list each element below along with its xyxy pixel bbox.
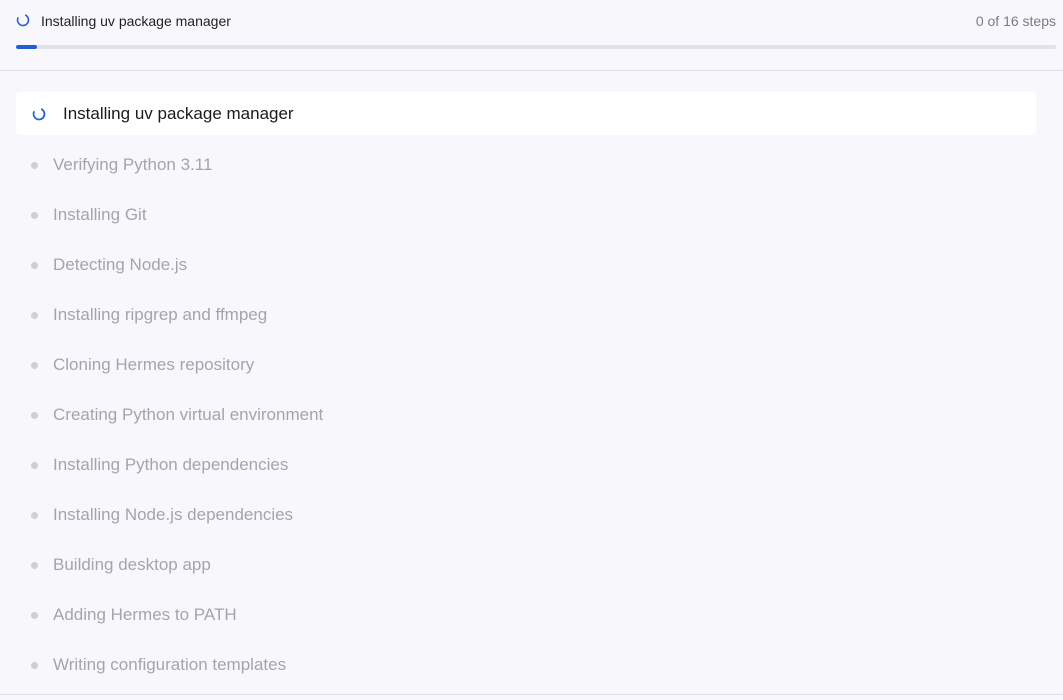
step-label: Cloning Hermes repository	[53, 355, 255, 374]
step-item-current: Installing uv package manager	[16, 92, 1036, 135]
install-header: Installing uv package manager 0 of 16 st…	[0, 0, 1063, 71]
spinner-icon	[16, 13, 30, 27]
spinner-icon	[32, 107, 46, 121]
step-item: Verifying Python 3.11	[16, 142, 1036, 192]
step-item: Cloning Hermes repository	[16, 342, 1036, 392]
step-label: Installing uv package manager	[63, 104, 294, 123]
step-label: Building desktop app	[53, 555, 211, 574]
pending-dot-icon	[31, 462, 38, 469]
step-label: Verifying Python 3.11	[53, 155, 213, 174]
step-item: Installing Node.js dependencies	[16, 492, 1036, 542]
step-item: Adding Hermes to PATH	[16, 592, 1036, 642]
header-title: Installing uv package manager	[41, 13, 231, 29]
step-label: Installing Git	[53, 205, 147, 224]
step-label: Installing Node.js dependencies	[53, 505, 294, 524]
progress-bar-fill	[16, 45, 37, 49]
progress-bar	[16, 45, 1056, 49]
step-label: Adding Hermes to PATH	[53, 605, 237, 624]
divider	[0, 694, 1063, 695]
step-item: Installing Python dependencies	[16, 442, 1036, 492]
pending-dot-icon	[31, 512, 38, 519]
pending-dot-icon	[31, 162, 38, 169]
step-list: Installing uv package manager Verifying …	[16, 92, 1036, 692]
step-label: Installing Python dependencies	[53, 455, 289, 474]
step-item: Creating Python virtual environment	[16, 392, 1036, 442]
step-item: Installing Git	[16, 192, 1036, 242]
step-label: Installing ripgrep and ffmpeg	[53, 305, 268, 324]
pending-dot-icon	[31, 412, 38, 419]
step-item: Writing configuration templates	[16, 642, 1036, 692]
pending-dot-icon	[31, 612, 38, 619]
step-item: Detecting Node.js	[16, 242, 1036, 292]
step-counter: 0 of 16 steps	[975, 13, 1056, 29]
step-item: Installing ripgrep and ffmpeg	[16, 292, 1036, 342]
pending-dot-icon	[31, 362, 38, 369]
pending-dot-icon	[31, 312, 38, 319]
pending-dot-icon	[31, 212, 38, 219]
step-label: Detecting Node.js	[53, 255, 188, 274]
pending-dot-icon	[31, 662, 38, 669]
pending-dot-icon	[31, 562, 38, 569]
pending-dot-icon	[31, 262, 38, 269]
step-item: Building desktop app	[16, 542, 1036, 592]
step-label: Writing configuration templates	[53, 655, 287, 674]
step-label: Creating Python virtual environment	[53, 405, 324, 424]
